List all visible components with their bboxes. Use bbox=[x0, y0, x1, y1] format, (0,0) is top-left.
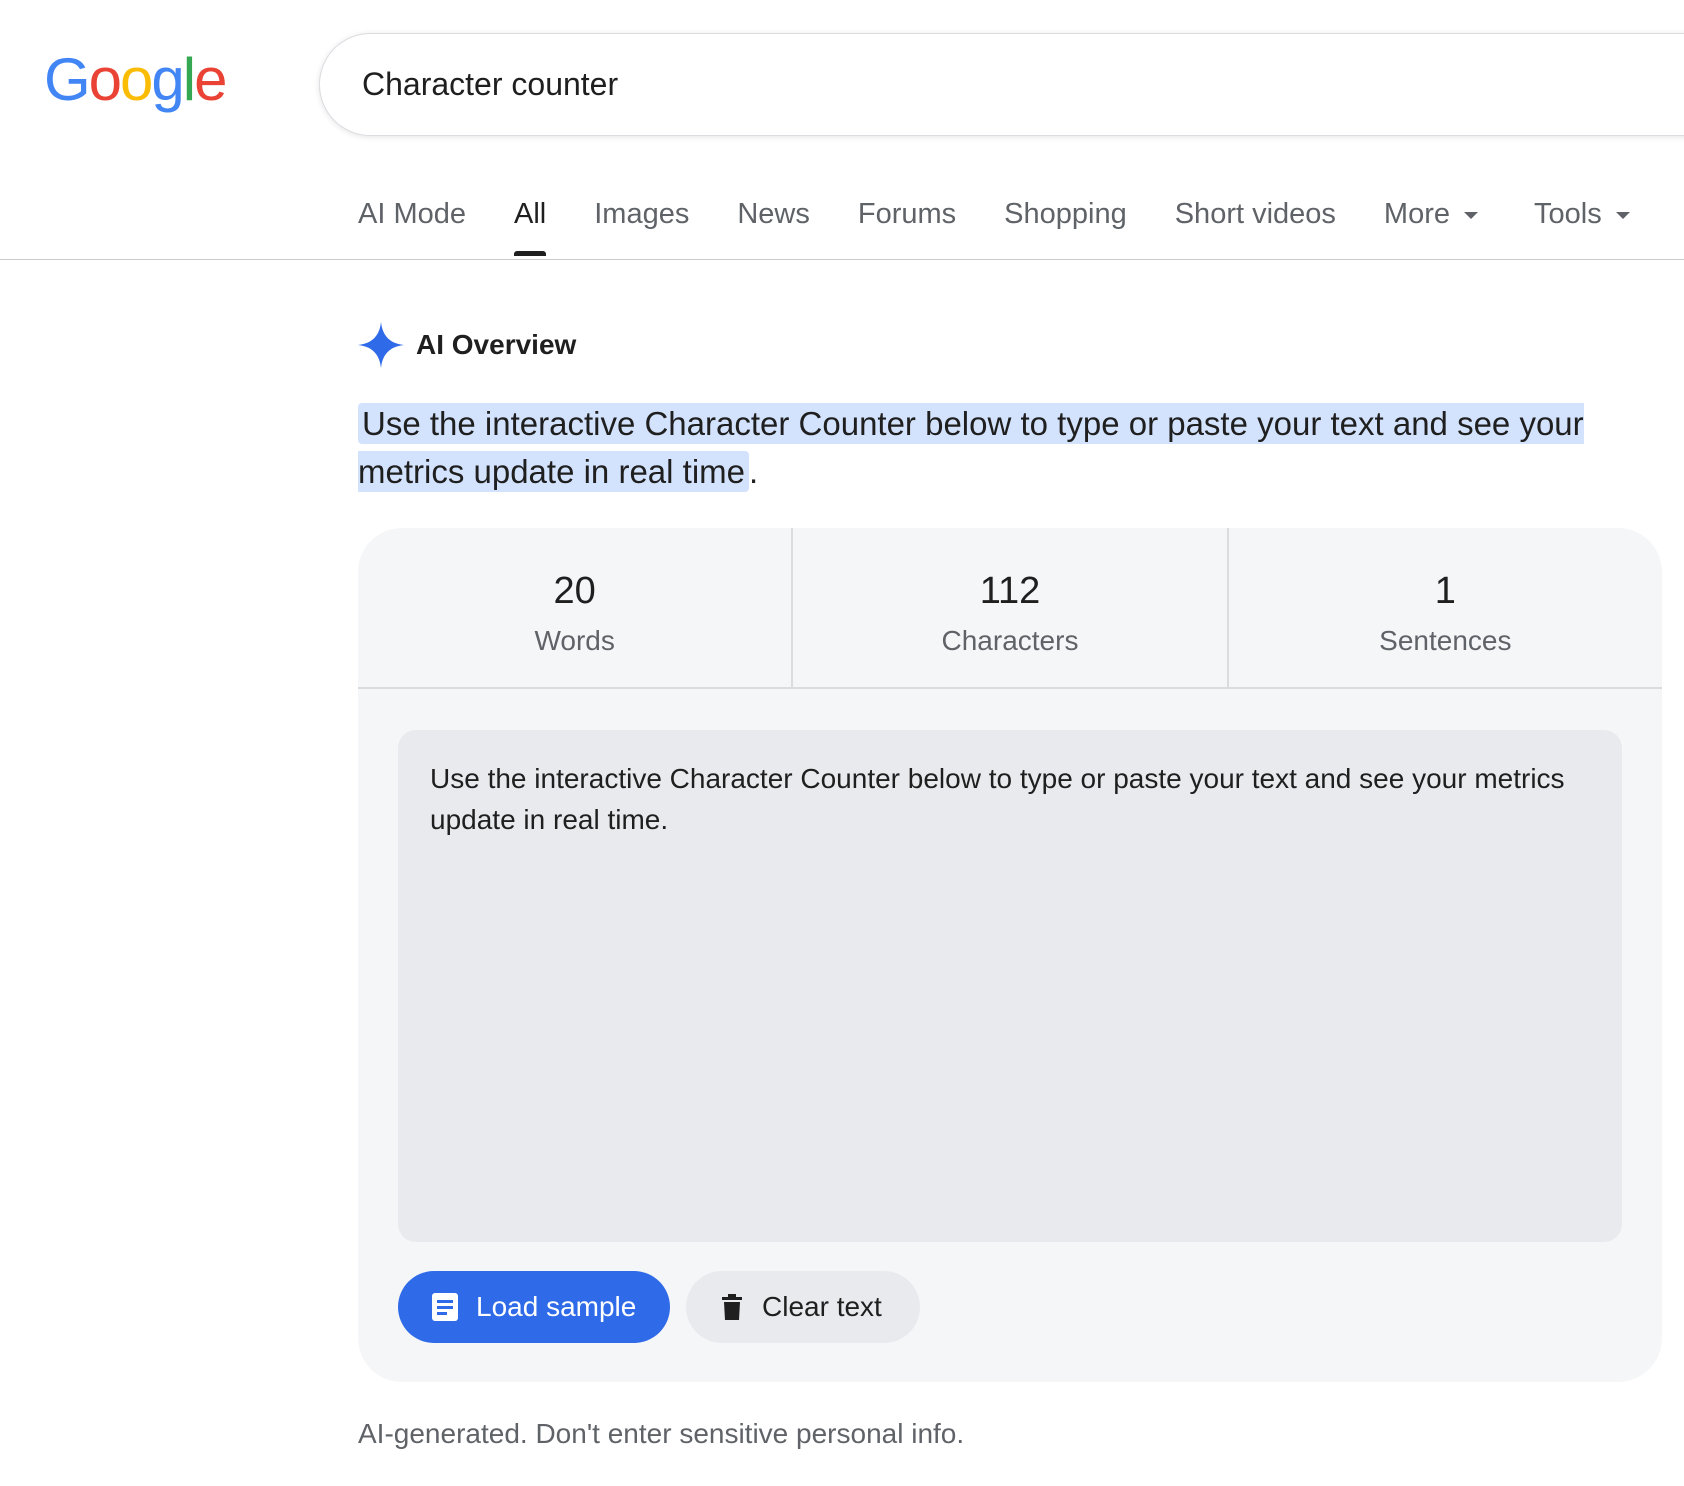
search-box[interactable] bbox=[319, 33, 1684, 136]
tab-tools[interactable]: Tools bbox=[1534, 188, 1630, 260]
logo-letter: g bbox=[151, 46, 184, 113]
google-logo[interactable]: Google bbox=[44, 44, 228, 116]
ai-overview-label: AI Overview bbox=[416, 329, 577, 360]
text-input-area[interactable]: Use the interactive Character Counter be… bbox=[398, 730, 1622, 1242]
sparkle-icon bbox=[358, 322, 404, 368]
search-tabs: AI Mode All Images News Forums Shopping … bbox=[358, 188, 1630, 260]
tab-forums[interactable]: Forums bbox=[858, 188, 956, 260]
tab-label: Short videos bbox=[1174, 198, 1336, 230]
ai-overview-intro: Use the interactive Character Counter be… bbox=[358, 400, 1658, 496]
logo-letter: o bbox=[88, 46, 122, 113]
search-header: Google AI Mode All Images News Forums Sh… bbox=[0, 0, 1684, 260]
stat-value: 20 bbox=[553, 570, 596, 612]
tab-label: All bbox=[514, 198, 547, 230]
clear-text-button[interactable]: Clear text bbox=[686, 1271, 920, 1343]
logo-letter: l bbox=[182, 46, 196, 113]
intro-highlight: Use the interactive Character Counter be… bbox=[358, 403, 1584, 492]
tab-images[interactable]: Images bbox=[594, 188, 689, 260]
stat-value: 1 bbox=[1434, 570, 1456, 612]
tab-label: Forums bbox=[857, 198, 957, 230]
tab-label: Shopping bbox=[1004, 198, 1127, 230]
load-sample-button[interactable]: Load sample bbox=[398, 1271, 670, 1343]
stat-words: 20 Words bbox=[358, 528, 794, 687]
load-sample-label: Load sample bbox=[476, 1291, 637, 1322]
tab-short-videos[interactable]: Short videos bbox=[1175, 188, 1336, 260]
tab-news[interactable]: News bbox=[737, 188, 810, 260]
clear-text-label: Clear text bbox=[762, 1291, 882, 1322]
stats-row: 20 Words 112 Characters 1 Sentences bbox=[358, 528, 1662, 689]
tab-label: News bbox=[737, 198, 810, 230]
logo-letter: e bbox=[194, 46, 227, 113]
trash-icon bbox=[722, 1294, 742, 1320]
tab-all[interactable]: All bbox=[514, 188, 547, 260]
stat-label: Words bbox=[534, 625, 615, 656]
stat-characters: 112 Characters bbox=[793, 528, 1229, 687]
tab-label: Tools bbox=[1534, 198, 1602, 230]
logo-letter: G bbox=[44, 46, 91, 113]
chevron-down-icon bbox=[1615, 212, 1630, 219]
stat-sentences: 1 Sentences bbox=[1229, 528, 1662, 687]
intro-tail: . bbox=[749, 453, 759, 490]
tab-label: Images bbox=[594, 198, 690, 230]
character-counter-card: 20 Words 112 Characters 1 Sentences Use … bbox=[358, 528, 1662, 1382]
tab-more[interactable]: More bbox=[1384, 188, 1478, 260]
document-icon bbox=[432, 1293, 458, 1321]
tab-label: More bbox=[1383, 198, 1450, 230]
chevron-down-icon bbox=[1464, 212, 1478, 219]
ai-overview-header: AI Overview bbox=[358, 320, 576, 370]
tab-label: AI Mode bbox=[358, 198, 466, 230]
tab-ai-mode[interactable]: AI Mode bbox=[358, 188, 466, 260]
tab-shopping[interactable]: Shopping bbox=[1004, 188, 1127, 260]
stat-value: 112 bbox=[979, 570, 1041, 612]
logo-letter: o bbox=[120, 46, 153, 113]
stat-label: Sentences bbox=[1379, 625, 1512, 656]
ai-disclaimer: AI-generated. Don't enter sensitive pers… bbox=[358, 1418, 965, 1449]
stat-label: Characters bbox=[941, 625, 1079, 656]
search-input[interactable] bbox=[360, 54, 1560, 114]
